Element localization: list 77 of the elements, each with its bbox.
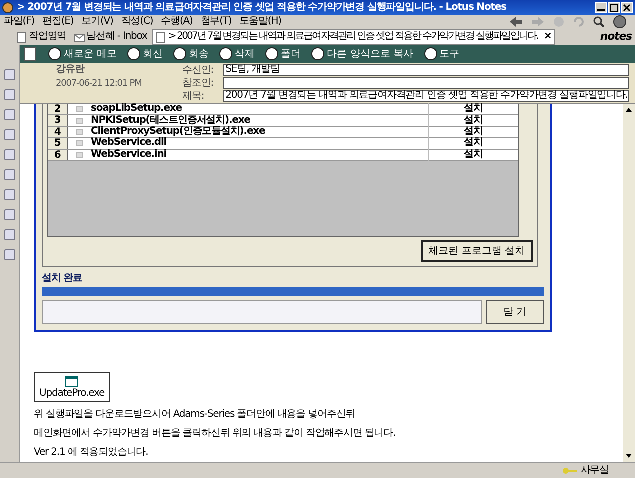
key-icon xyxy=(562,466,578,474)
scrollbar[interactable] xyxy=(623,104,635,462)
progress-label: 설치 완료 xyxy=(42,273,84,285)
paragraph: 위 실행파일을 다운로드받으시어 Adams-Series 폴더안에 내용을 넣어주신뒤 xyxy=(34,408,356,421)
row-number: 6 xyxy=(48,150,68,160)
row-number: 5 xyxy=(48,138,68,149)
attachment[interactable]: UpdatePro.exe xyxy=(34,372,110,402)
action-icon xyxy=(219,47,234,61)
field-label: 제목: xyxy=(182,90,206,102)
scroll-down-icon xyxy=(625,453,633,459)
maximize-button[interactable] xyxy=(608,2,620,13)
menu-item[interactable]: 작성(C) xyxy=(121,16,154,28)
action-icon xyxy=(173,47,188,61)
checkbox[interactable] xyxy=(76,140,83,146)
sender-name: 강유란 xyxy=(56,64,86,76)
maximize-icon xyxy=(610,4,618,12)
field-label: 수신인: xyxy=(182,64,215,76)
install-link[interactable]: 설치 xyxy=(428,148,518,161)
program-name: soapLibSetup.exe xyxy=(91,103,183,115)
checkbox[interactable] xyxy=(76,152,83,158)
checkbox[interactable] xyxy=(76,128,83,135)
tab[interactable]: 작업영역 xyxy=(14,30,69,44)
field-label: 참조인: xyxy=(182,78,215,88)
window-title: > 2007년 7월 변경되는 내역과 의료급여자격관리 인증 셋업 적용한 수가약가변경 실행파일입니다. - Lotus Notes xyxy=(17,2,508,14)
tab[interactable]: > 2007년 7월 변경되는 내역과 의료급여자격관리 인증 셋업 적용한 수가약가변경 실행파일입니다. × xyxy=(152,29,555,45)
menu-item[interactable]: 편집(E) xyxy=(42,16,74,28)
minimize-button[interactable] xyxy=(595,2,607,13)
action-icon xyxy=(127,47,142,61)
action-button[interactable]: 도구 xyxy=(424,47,460,61)
install-link[interactable]: 설치 xyxy=(428,137,518,150)
close-button[interactable] xyxy=(621,2,633,13)
action-icon xyxy=(265,47,280,61)
sent-date: 2007-06-21 12:01 PM xyxy=(56,79,143,90)
action-button[interactable]: 회신 xyxy=(127,47,164,61)
menu-item[interactable]: 보기(V) xyxy=(82,16,114,28)
action-button[interactable]: 새로운 메모 xyxy=(48,47,118,61)
brand-logo: notes xyxy=(600,30,634,44)
close-tab-button[interactable]: × xyxy=(544,31,552,43)
checkbox[interactable] xyxy=(76,106,83,112)
checkbox[interactable] xyxy=(76,118,83,124)
paragraph: Ver 2.1 에 적용되었습니다. xyxy=(34,446,150,459)
back-arrow-icon xyxy=(509,16,523,28)
action-icon xyxy=(311,47,326,61)
install-button[interactable]: 체크된 프로그램 설치 xyxy=(420,240,533,262)
close-button[interactable]: 닫 기 xyxy=(486,300,544,324)
text-field[interactable] xyxy=(222,77,629,89)
program-name: NPKISetup(테스트인증서설치).exe xyxy=(91,114,250,126)
search-icon xyxy=(593,16,605,28)
action-icon xyxy=(424,47,438,61)
action-button[interactable]: 삭제 xyxy=(219,47,256,61)
tab[interactable]: 남선혜 - Inbox xyxy=(72,30,150,44)
scroll-up-icon xyxy=(625,107,633,113)
menu-item[interactable]: 도움말(H) xyxy=(240,16,282,28)
close-icon xyxy=(623,4,631,12)
paragraph: 메인화면에서 수가약가변경 버튼을 클릭하신뒤 위의 내용과 같이 작업해주시면 됩니다. xyxy=(34,427,397,440)
program-name: WebService.ini xyxy=(91,148,168,161)
text-field[interactable]: 2007년 7월 변경되는 내역과 의료급여자격관리 인증 셋업 적용한 수가약가변경 실행파일입니다. xyxy=(222,90,629,102)
program-name: ClientProxySetup(인증모듈설치).exe xyxy=(91,126,266,138)
refresh-icon xyxy=(573,16,585,28)
row-number: 3 xyxy=(48,115,68,126)
action-icon xyxy=(48,47,62,61)
action-button[interactable]: 다른 양식으로 복사 xyxy=(311,47,414,61)
minimize-icon xyxy=(597,9,605,11)
message-field[interactable] xyxy=(42,300,482,324)
action-button[interactable]: 폴더 xyxy=(265,47,302,61)
text-field[interactable]: SE팀, 개발팀 xyxy=(222,64,629,76)
menu-item[interactable]: 파일(F) xyxy=(4,16,35,28)
menu-item[interactable]: 수행(A) xyxy=(161,16,193,28)
location-indicator[interactable]: 사무실 xyxy=(562,464,609,476)
window-icon xyxy=(65,376,79,388)
menu-item[interactable]: 첨부(T) xyxy=(200,16,232,28)
envelope-icon xyxy=(74,32,85,42)
program-name: WebService.dll xyxy=(91,137,167,149)
row-number: 2 xyxy=(48,104,68,114)
forward-arrow-icon xyxy=(531,16,545,28)
action-button[interactable]: 회송 xyxy=(173,47,210,61)
row-number: 4 xyxy=(48,126,68,138)
